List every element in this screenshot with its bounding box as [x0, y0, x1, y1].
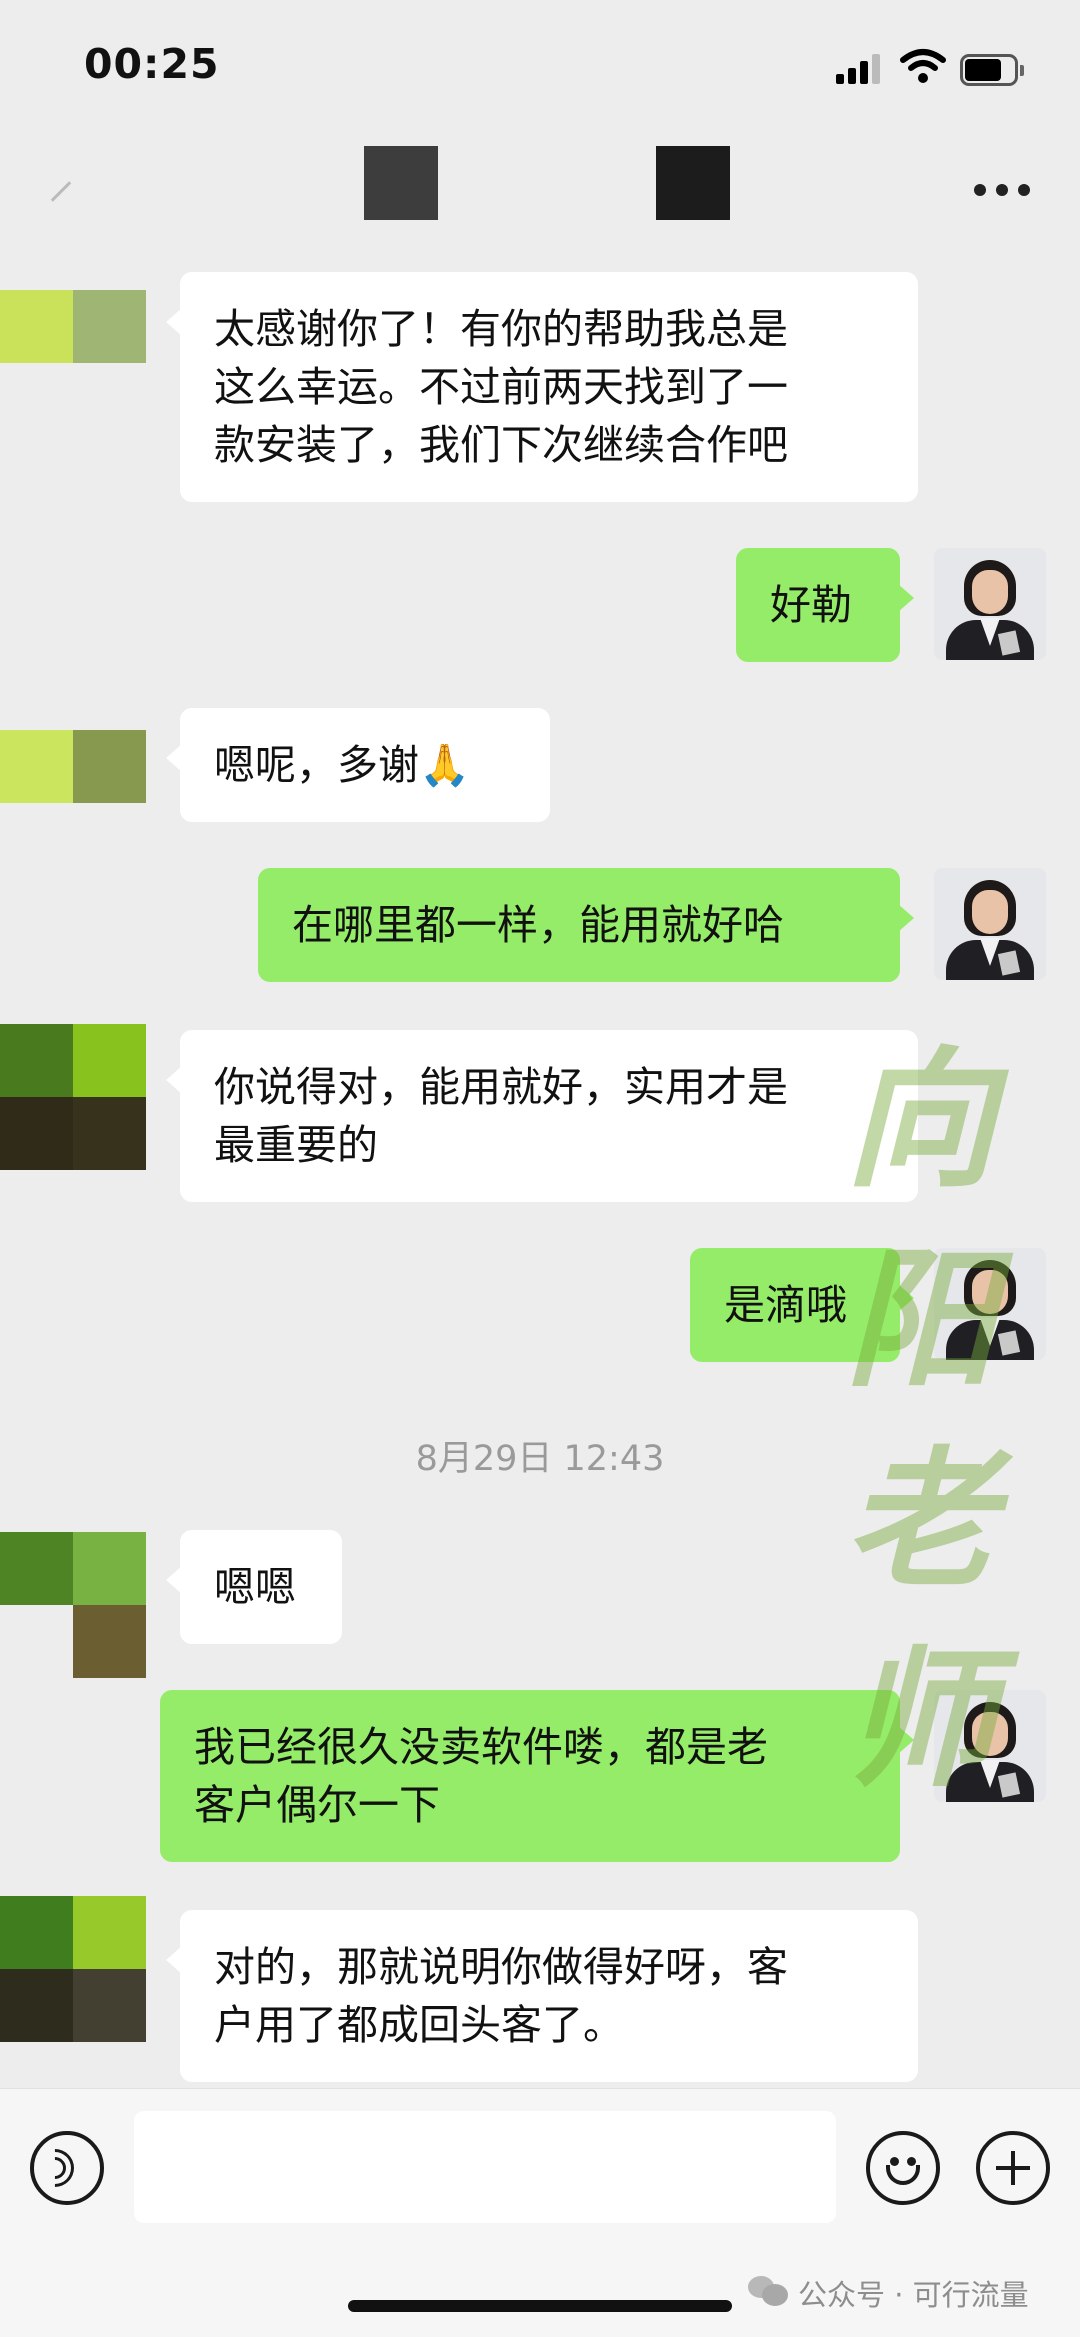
my-avatar[interactable] [934, 548, 1046, 660]
home-indicator[interactable] [348, 2300, 732, 2312]
contact-avatar[interactable] [0, 290, 146, 363]
message-outgoing[interactable]: 在哪里都一样，能用就好哈 [258, 868, 914, 982]
emoji-icon[interactable] [866, 2131, 940, 2205]
my-avatar[interactable] [934, 868, 1046, 980]
voice-icon[interactable] [28, 2131, 104, 2205]
contact-avatar[interactable] [0, 1532, 146, 1678]
message-outgoing[interactable]: 好勒 [736, 548, 914, 662]
chat-header [0, 130, 1080, 250]
contact-avatar[interactable] [0, 1024, 146, 1170]
message-incoming[interactable]: 嗯呢，多谢🙏 [166, 708, 550, 822]
wifi-icon [900, 49, 946, 83]
chat-message-list[interactable]: 太感谢你了！有你的帮助我总是 这么幸运。不过前两天找到了一 款安装了，我们下次继… [0, 250, 1080, 2088]
status-bar: 00:25 [0, 0, 1080, 130]
message-incoming[interactable]: 对的，那就说明你做得好呀，客 户用了都成回头客了。 [166, 1910, 918, 2082]
message-incoming[interactable]: 嗯嗯 [166, 1530, 342, 1644]
message-incoming[interactable]: 你说得对，能用就好，实用才是 最重要的 [166, 1030, 918, 1202]
status-time: 00:25 [84, 40, 220, 88]
redacted-title-left [364, 146, 438, 220]
redacted-title-right [656, 146, 730, 220]
contact-avatar[interactable] [0, 730, 146, 803]
my-avatar[interactable] [934, 1248, 1046, 1360]
plus-icon[interactable] [976, 2131, 1050, 2205]
contact-avatar[interactable] [0, 1896, 146, 2042]
message-outgoing[interactable]: 是滴哦 [690, 1248, 914, 1362]
more-options-icon[interactable] [974, 182, 1030, 198]
source-label: 公众号 · 可行流量 [798, 2278, 1029, 2312]
message-outgoing[interactable]: 我已经很久没卖软件喽，都是老 客户偶尔一下 [160, 1690, 914, 1862]
back-icon[interactable] [40, 170, 80, 210]
signal-icon [836, 54, 882, 84]
message-input[interactable] [134, 2111, 836, 2223]
chat-timestamp: 8月29日 12:43 [415, 1439, 665, 1479]
battery-icon [960, 54, 1024, 86]
wechat-logo-icon [748, 2276, 788, 2306]
message-incoming[interactable]: 太感谢你了！有你的帮助我总是 这么幸运。不过前两天找到了一 款安装了，我们下次继… [166, 272, 918, 502]
my-avatar[interactable] [934, 1690, 1046, 1802]
